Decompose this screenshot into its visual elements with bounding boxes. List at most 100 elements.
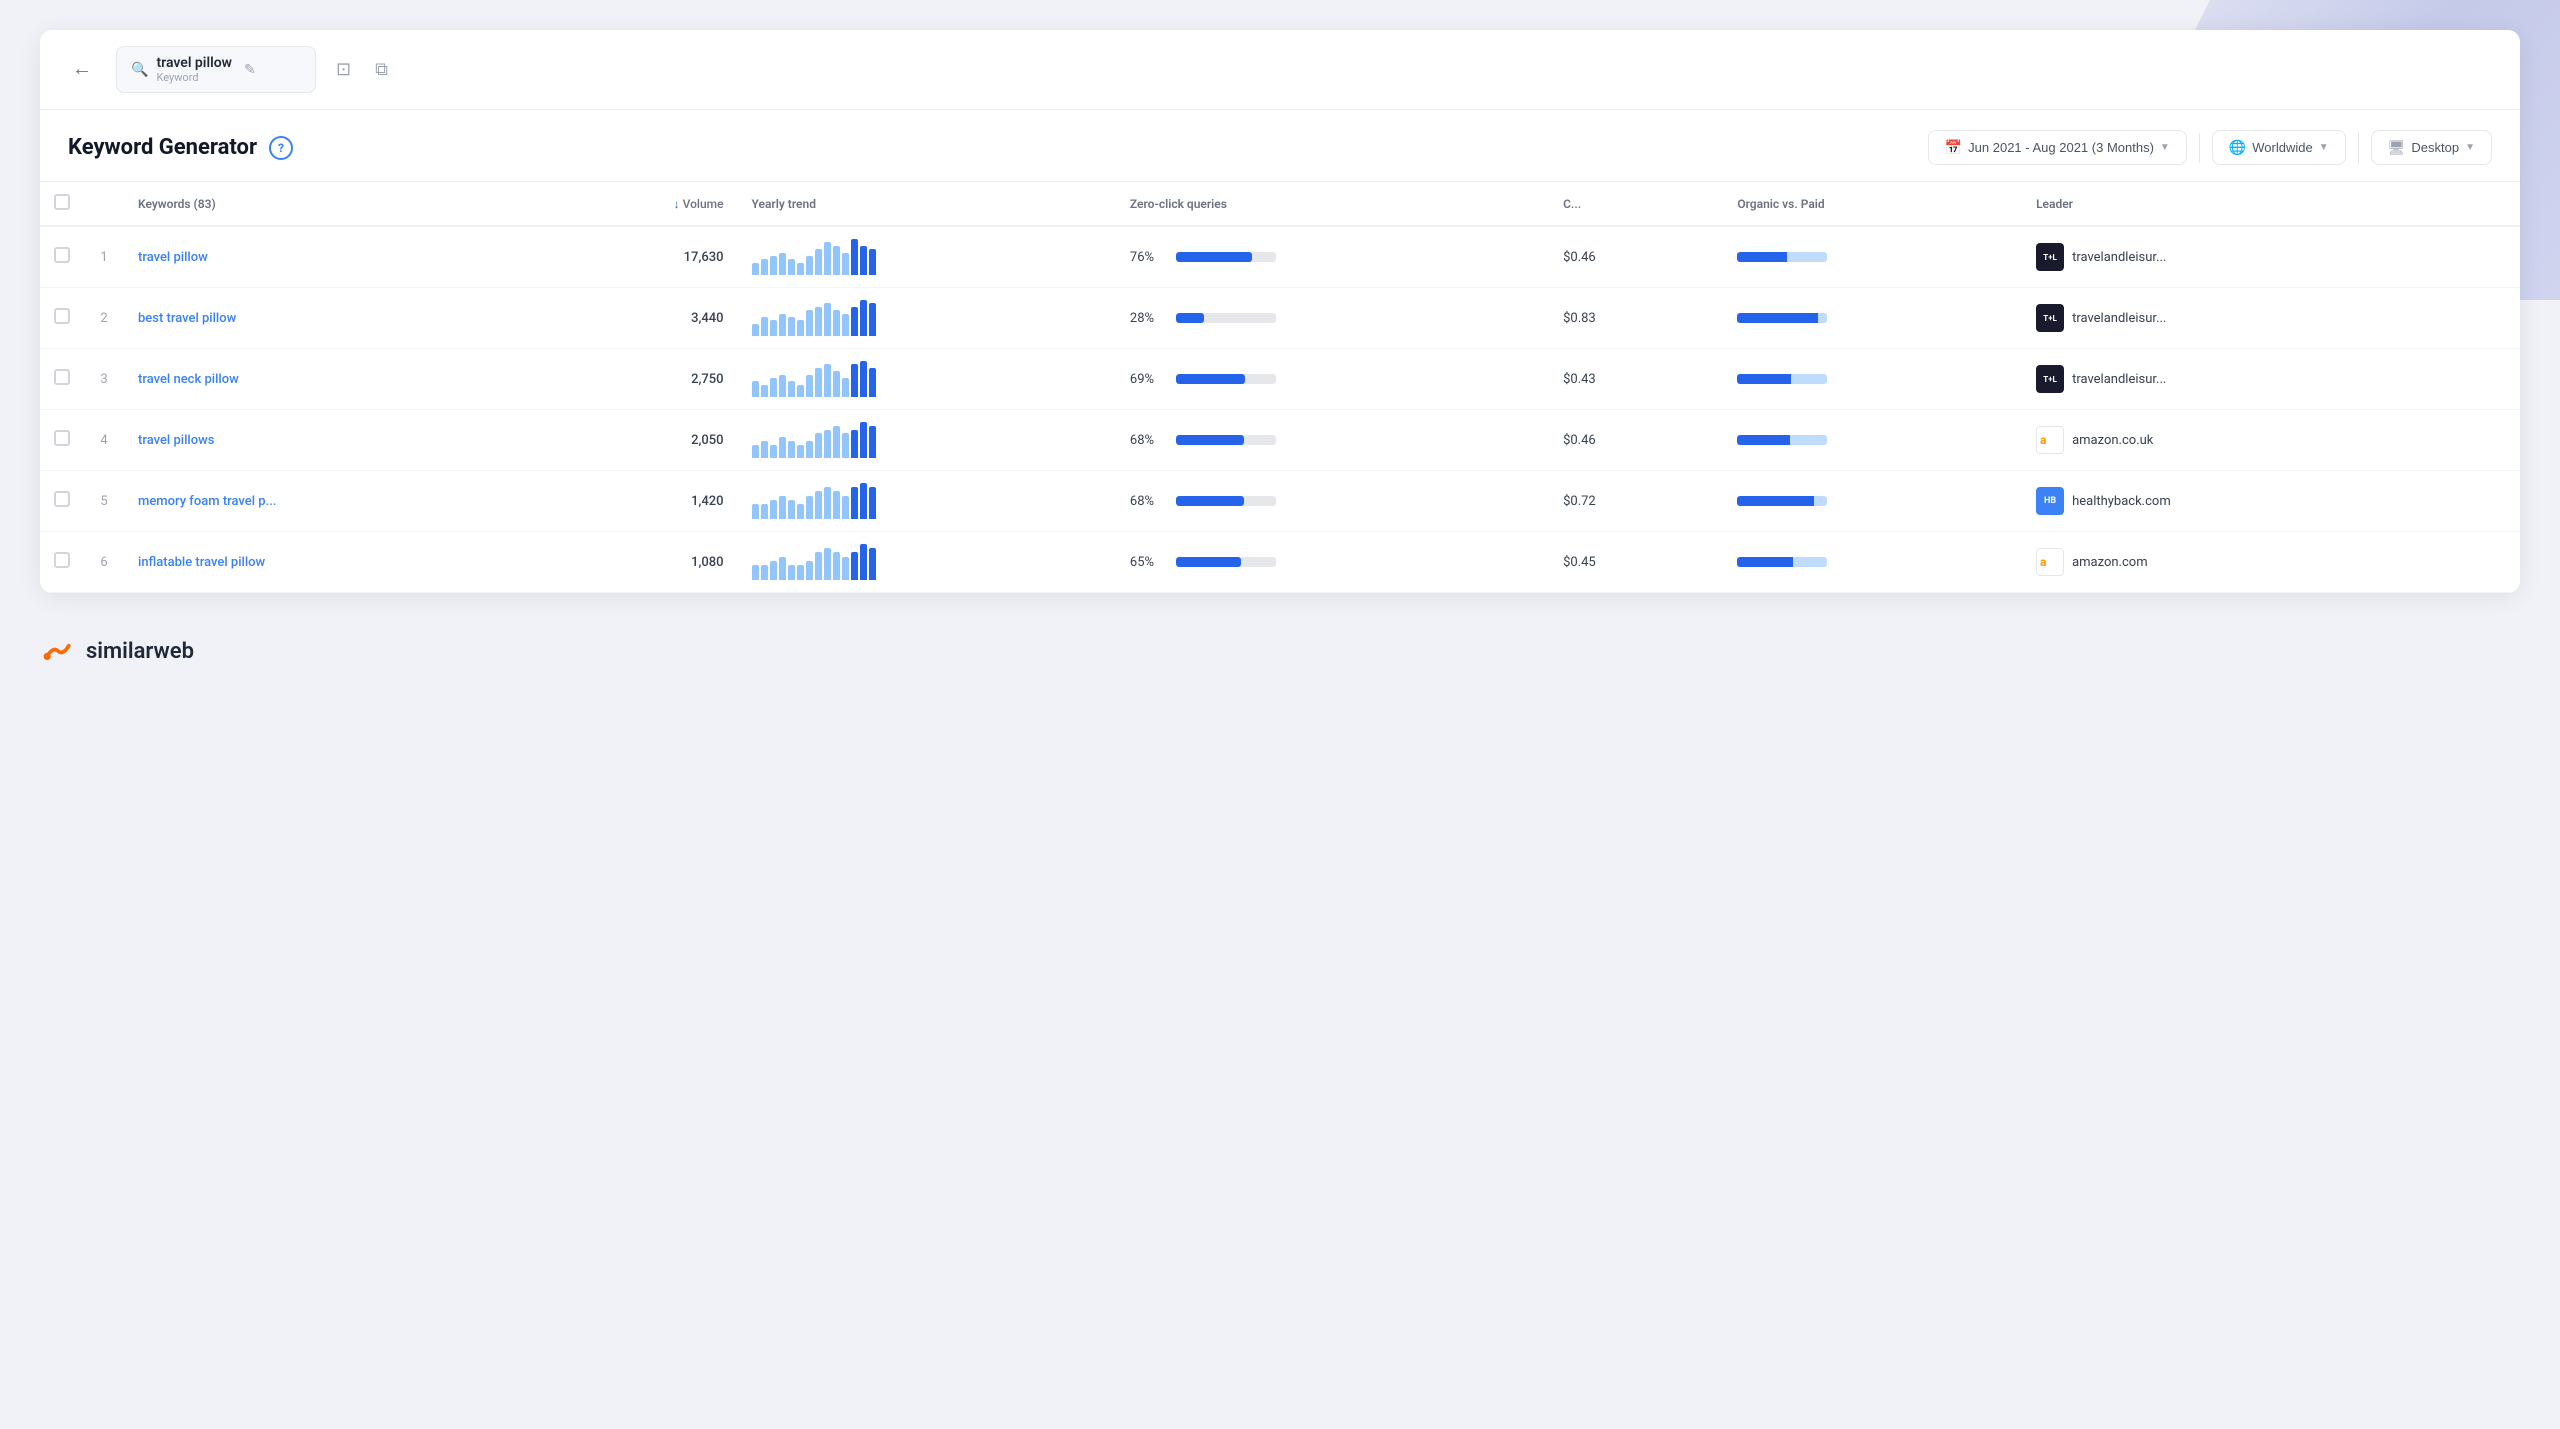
th-cpc: C... <box>1549 182 1723 226</box>
trend-bar <box>860 246 867 275</box>
row-keyword[interactable]: travel pillows <box>124 410 538 471</box>
trend-bar <box>860 300 867 336</box>
trend-bar <box>761 259 768 275</box>
row-number: 5 <box>84 471 124 532</box>
leader-wrap: a amazon.co.uk <box>2036 426 2506 454</box>
th-checkbox <box>40 182 84 226</box>
th-yearly-trend: Yearly trend <box>738 182 1116 226</box>
similarweb-logo: similarweb <box>40 633 194 669</box>
edit-icon[interactable]: ✎ <box>244 62 256 78</box>
row-cpc: $0.46 <box>1549 226 1723 288</box>
trend-bar <box>797 565 804 580</box>
row-organic-paid <box>1723 532 2022 593</box>
trend-bar <box>770 378 777 397</box>
leader-wrap: T+L travelandleisur... <box>2036 304 2506 332</box>
trend-bar <box>770 256 777 275</box>
paid-fill <box>1790 435 1828 445</box>
help-button[interactable]: ? <box>269 136 293 160</box>
trend-bar <box>851 364 858 397</box>
trend-bar <box>797 504 804 519</box>
trend-bar <box>806 561 813 580</box>
row-keyword[interactable]: inflatable travel pillow <box>124 532 538 593</box>
row-checkbox-0[interactable] <box>54 247 70 263</box>
trend-bar <box>779 314 786 336</box>
search-icon: 🔍 <box>131 62 148 78</box>
row-checkbox-1[interactable] <box>54 308 70 324</box>
filters: 📅 Jun 2021 - Aug 2021 (3 Months) ▼ 🌐 Wor… <box>1928 130 2492 165</box>
external-link-icon[interactable]: ⧉ <box>371 55 392 84</box>
th-zero-click: Zero-click queries <box>1116 182 1549 226</box>
row-trend <box>738 532 1116 593</box>
trend-bar <box>824 548 831 580</box>
clone-icon[interactable]: ⊡ <box>332 55 355 84</box>
row-zero-click: 68% <box>1116 410 1549 471</box>
trend-bar <box>833 552 840 580</box>
leader-logo: a <box>2036 548 2064 576</box>
row-cpc: $0.72 <box>1549 471 1723 532</box>
row-keyword[interactable]: travel pillow <box>124 226 538 288</box>
trend-bar <box>770 500 777 519</box>
row-trend <box>738 471 1116 532</box>
row-volume: 17,630 <box>538 226 737 288</box>
row-keyword[interactable]: travel neck pillow <box>124 349 538 410</box>
trend-bar <box>788 565 795 580</box>
header-checkbox[interactable] <box>54 194 70 210</box>
row-keyword[interactable]: best travel pillow <box>124 288 538 349</box>
leader-wrap: T+L travelandleisur... <box>2036 365 2506 393</box>
th-volume-label: Volume <box>683 197 724 211</box>
trend-bar <box>788 441 795 458</box>
leader-logo: a <box>2036 426 2064 454</box>
row-checkbox-3[interactable] <box>54 430 70 446</box>
trend-bar <box>842 314 849 336</box>
row-leader: a amazon.com <box>2022 532 2520 593</box>
row-checkbox-4[interactable] <box>54 491 70 507</box>
trend-bar <box>824 303 831 336</box>
zero-click-fill <box>1176 252 1252 262</box>
trend-bar <box>779 375 786 397</box>
zero-click-pct: 68% <box>1130 494 1168 509</box>
row-leader: T+L travelandleisur... <box>2022 226 2520 288</box>
row-checkbox-5[interactable] <box>54 552 70 568</box>
trend-bar <box>824 487 831 519</box>
zero-click-wrap: 69% <box>1130 372 1535 387</box>
device-filter-button[interactable]: 🖥 Desktop ▼ <box>2371 130 2492 165</box>
trend-bar <box>770 445 777 458</box>
trend-bar <box>806 496 813 519</box>
zero-click-bar <box>1176 496 1276 506</box>
zero-click-bar <box>1176 252 1276 262</box>
organic-bar <box>1737 435 1827 445</box>
zero-click-fill <box>1176 313 1204 323</box>
zero-click-pct: 28% <box>1130 311 1168 326</box>
th-volume[interactable]: ↓ Volume <box>538 182 737 226</box>
row-checkbox-cell <box>40 532 84 593</box>
region-filter-button[interactable]: 🌐 Worldwide ▼ <box>2212 130 2346 165</box>
trend-bar <box>806 310 813 336</box>
row-zero-click: 28% <box>1116 288 1549 349</box>
table-row: 5memory foam travel p...1,420 68% $0.72 … <box>40 471 2520 532</box>
row-cpc: $0.43 <box>1549 349 1723 410</box>
trend-bar <box>842 433 849 458</box>
trend-bar <box>752 263 759 275</box>
row-volume: 2,050 <box>538 410 737 471</box>
back-button[interactable]: ← <box>64 54 100 85</box>
trend-bar <box>824 430 831 458</box>
search-query: travel pillow <box>156 55 232 71</box>
row-organic-paid <box>1723 471 2022 532</box>
row-keyword[interactable]: memory foam travel p... <box>124 471 538 532</box>
zero-click-wrap: 68% <box>1130 433 1535 448</box>
row-number: 6 <box>84 532 124 593</box>
trend-bar <box>851 552 858 580</box>
leader-wrap: a amazon.com <box>2036 548 2506 576</box>
paid-fill <box>1787 252 1828 262</box>
date-filter-label: Jun 2021 - Aug 2021 (3 Months) <box>1968 140 2154 155</box>
row-checkbox-cell <box>40 226 84 288</box>
row-trend <box>738 226 1116 288</box>
row-checkbox-2[interactable] <box>54 369 70 385</box>
leader-name: travelandleisur... <box>2072 250 2166 265</box>
filter-divider-1 <box>2199 133 2200 163</box>
row-trend <box>738 349 1116 410</box>
row-number: 2 <box>84 288 124 349</box>
zero-click-fill <box>1176 557 1241 567</box>
similarweb-icon <box>40 633 76 669</box>
date-filter-button[interactable]: 📅 Jun 2021 - Aug 2021 (3 Months) ▼ <box>1928 130 2187 165</box>
